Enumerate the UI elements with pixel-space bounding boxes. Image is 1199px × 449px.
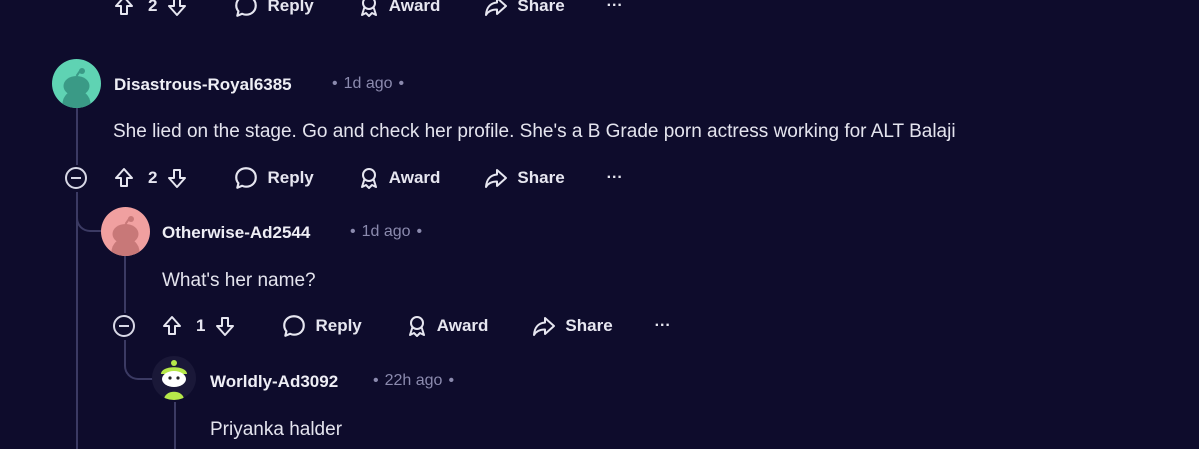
comment-time[interactable]: 22h ago (385, 372, 443, 389)
upvote-button[interactable] (160, 314, 184, 338)
downvote-icon (168, 0, 187, 16)
avatar[interactable] (152, 356, 196, 400)
comment-author[interactable]: Otherwise-Ad2544 (162, 223, 310, 243)
more-options-button[interactable]: ··· (655, 317, 671, 335)
downvote-icon (216, 317, 235, 336)
thread-line-reply-2 (174, 402, 176, 449)
comment-author[interactable]: Disastrous-Royal6385 (114, 75, 292, 95)
comment-body: She lied on the stage. Go and check her … (113, 121, 956, 142)
share-icon (485, 169, 508, 188)
award-icon (360, 168, 377, 189)
comment-author[interactable]: Worldly-Ad3092 (210, 372, 338, 392)
upvote-button[interactable] (112, 166, 136, 190)
share-icon (485, 0, 508, 16)
comment-actions: 1 Reply Award Share ··· (160, 311, 671, 341)
award-icon (360, 0, 377, 17)
thread-curve-reply-2 (124, 340, 154, 380)
thread-line-root-lower (76, 192, 78, 449)
upvote-icon (115, 168, 133, 187)
award-button[interactable]: Award (357, 166, 440, 190)
comment-meta: • 22h ago • (373, 372, 455, 389)
comment-time[interactable]: 1d ago (362, 223, 411, 240)
comment-body: What's her name? (162, 270, 316, 291)
downvote-button[interactable] (213, 314, 237, 338)
reply-icon (283, 315, 306, 337)
upvote-button[interactable] (112, 0, 136, 18)
reply-button[interactable]: Reply (233, 165, 314, 191)
award-icon (408, 316, 425, 337)
more-options-button[interactable]: ··· (607, 0, 623, 15)
reply-icon (235, 167, 258, 189)
share-icon (533, 317, 556, 336)
reply-button[interactable]: Reply (281, 313, 362, 339)
comment-meta: • 1d ago • (332, 75, 405, 92)
downvote-button[interactable] (165, 0, 189, 18)
upvote-icon (163, 316, 181, 335)
award-button[interactable]: Award (357, 0, 440, 18)
upvote-icon (115, 0, 133, 15)
reply-button[interactable]: Reply (233, 0, 314, 19)
vote-count: 2 (148, 0, 158, 15)
thread-curve-reply-1 (76, 192, 102, 232)
share-button[interactable]: Share (483, 0, 565, 18)
share-button[interactable]: Share (531, 314, 613, 338)
share-button[interactable]: Share (483, 166, 565, 190)
downvote-icon (168, 169, 187, 188)
snoo-avatar-icon (161, 360, 187, 400)
previous-comment-actions: 2 Reply Award Share ··· (112, 0, 623, 21)
collapse-thread-button[interactable] (113, 315, 135, 337)
vote-count: 1 (196, 316, 206, 335)
snoo-avatar-icon (62, 68, 91, 108)
reply-icon (235, 0, 258, 17)
comment-body: Priyanka halder (210, 419, 343, 440)
comment-time[interactable]: 1d ago (344, 75, 393, 92)
downvote-button[interactable] (165, 166, 189, 190)
avatar[interactable] (101, 207, 150, 256)
comment-actions: 2 Reply Award Share ··· (112, 163, 623, 193)
thread-line-reply-1 (124, 256, 126, 313)
award-button[interactable]: Award (405, 314, 488, 338)
avatar[interactable] (52, 59, 101, 108)
collapse-thread-button[interactable] (65, 167, 87, 189)
snoo-avatar-icon (111, 216, 140, 256)
thread-line-root (76, 108, 78, 165)
comment-meta: • 1d ago • (350, 223, 423, 240)
vote-count: 2 (148, 168, 158, 187)
more-options-button[interactable]: ··· (607, 169, 623, 187)
